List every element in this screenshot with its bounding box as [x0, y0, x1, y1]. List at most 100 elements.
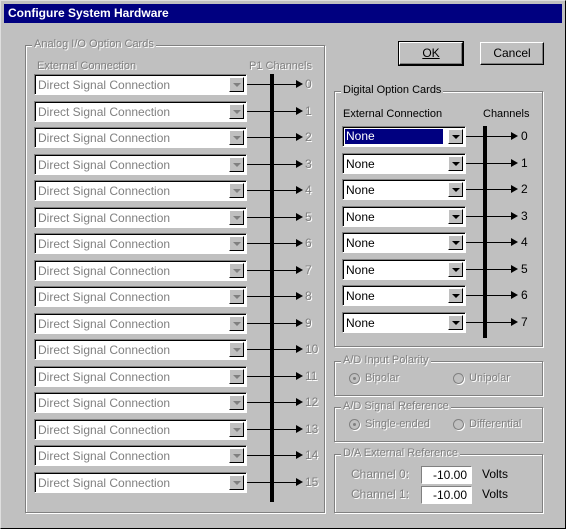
analog-connection-value: Direct Signal Connection	[38, 396, 171, 410]
dropdown-button[interactable]	[229, 77, 244, 92]
polarity-group: A/D Input Polarity Bipolar Unipolar	[334, 354, 543, 396]
arrow-right-icon	[296, 398, 303, 406]
digital-connection-select[interactable]: None	[342, 258, 466, 280]
analog-connection-select[interactable]: Direct Signal Connection	[34, 180, 247, 201]
analog-connection-select[interactable]: Direct Signal Connection	[34, 286, 247, 307]
analog-connection-value: Direct Signal Connection	[38, 184, 171, 198]
digital-connection-select[interactable]: None	[342, 232, 466, 253]
chevron-down-icon	[233, 109, 241, 114]
dropdown-button[interactable]	[229, 342, 244, 357]
analog-connection-select[interactable]: Direct Signal Connection	[34, 206, 247, 228]
analog-channel-number: 7	[305, 262, 312, 277]
chevron-down-icon	[233, 295, 241, 299]
dropdown-button[interactable]	[229, 103, 244, 119]
cancel-button-label: Cancel	[493, 46, 531, 60]
digital-connection-select[interactable]: None	[342, 285, 466, 306]
analog-connection-select[interactable]: Direct Signal Connection	[34, 259, 247, 281]
dropdown-button[interactable]	[229, 262, 244, 278]
channel1-reference-field[interactable]: -10.00	[421, 486, 472, 504]
analog-connection-select[interactable]: Direct Signal Connection	[34, 153, 247, 175]
analog-channel-number: 11	[305, 368, 318, 383]
dropdown-button[interactable]	[448, 129, 463, 144]
arrow-right-icon	[511, 238, 518, 246]
bipolar-radio[interactable]: Bipolar	[349, 372, 399, 384]
analog-channel-number: 2	[305, 130, 312, 144]
digital-connection-value: None	[346, 156, 375, 171]
digital-connection-value: None	[346, 236, 375, 250]
chevron-down-icon	[233, 348, 241, 352]
analog-connection-value: Direct Signal Connection	[38, 78, 171, 92]
analog-connection-value: Direct Signal Connection	[38, 290, 171, 304]
analog-connection-select[interactable]: Direct Signal Connection	[34, 418, 247, 440]
differential-label: Differential	[469, 418, 522, 430]
dropdown-button[interactable]	[448, 208, 463, 224]
arrow-right-icon	[296, 106, 303, 115]
digital-connection-select[interactable]: None	[342, 152, 466, 174]
digital-group-title: Digital Option Cards	[341, 84, 444, 96]
digital-connection-value: None	[346, 262, 375, 277]
dropdown-button[interactable]	[229, 368, 244, 384]
connector-line	[466, 189, 512, 190]
digital-connection-select[interactable]: None	[342, 311, 466, 333]
dropdown-button[interactable]	[448, 314, 463, 330]
analog-connection-value: Direct Signal Connection	[38, 131, 171, 145]
analog-connection-select[interactable]: Direct Signal Connection	[34, 127, 247, 148]
connector-line	[466, 215, 512, 217]
channel0-reference-field[interactable]: -10.00	[421, 466, 472, 484]
arrow-right-icon	[296, 133, 303, 141]
dropdown-button[interactable]	[448, 261, 463, 277]
digital-col-external: External Connection	[343, 108, 443, 120]
analog-option-cards-group: Analog I/O Option Cards External Connect…	[25, 38, 325, 513]
dropdown-button[interactable]	[229, 395, 244, 410]
analog-connection-value: Direct Signal Connection	[38, 369, 171, 384]
analog-connection-select[interactable]: Direct Signal Connection	[34, 233, 247, 254]
analog-connection-select[interactable]: Direct Signal Connection	[34, 339, 247, 360]
dropdown-button[interactable]	[229, 289, 244, 304]
chevron-down-icon	[233, 83, 241, 87]
arrow-right-icon	[511, 185, 518, 193]
dropdown-button[interactable]	[229, 315, 244, 331]
chevron-down-icon	[233, 480, 241, 485]
arrow-right-icon	[296, 265, 303, 274]
channel0-label: Channel 0:	[351, 467, 410, 481]
digital-channel-number: 5	[521, 261, 528, 276]
arrow-right-icon	[511, 317, 518, 326]
radio-dot-icon	[453, 372, 464, 384]
connector-line	[466, 295, 512, 296]
dropdown-button[interactable]	[229, 156, 244, 172]
analog-connection-select[interactable]: Direct Signal Connection	[34, 392, 247, 413]
dropdown-button[interactable]	[229, 236, 244, 251]
dropdown-button[interactable]	[229, 209, 244, 225]
dropdown-button[interactable]	[229, 474, 244, 490]
signal-reference-group: A/D Signal Reference Single-ended Differ…	[334, 400, 543, 442]
digital-connection-select[interactable]: None	[342, 205, 466, 227]
dropdown-button[interactable]	[229, 183, 244, 198]
dropdown-button[interactable]	[448, 155, 463, 171]
single-ended-radio[interactable]: Single-ended	[349, 418, 430, 430]
analog-channel-number: 15	[305, 474, 319, 489]
dropdown-button[interactable]	[229, 130, 244, 145]
dropdown-button[interactable]	[448, 235, 463, 250]
analog-connection-select[interactable]: Direct Signal Connection	[34, 100, 247, 122]
dropdown-button[interactable]	[448, 288, 463, 303]
differential-radio[interactable]: Differential	[453, 418, 521, 430]
ok-button[interactable]: OK	[398, 41, 464, 66]
analog-connection-select[interactable]: Direct Signal Connection	[34, 312, 247, 334]
digital-connection-select[interactable]: None	[342, 179, 466, 200]
digital-channel-number: 7	[521, 314, 528, 329]
dropdown-button[interactable]	[229, 421, 244, 437]
dropdown-button[interactable]	[229, 448, 244, 463]
bipolar-label: Bipolar	[365, 372, 400, 384]
dropdown-button[interactable]	[448, 182, 463, 197]
unipolar-radio[interactable]: Unipolar	[453, 372, 510, 384]
radio-dot-icon	[453, 418, 464, 430]
digital-connection-select[interactable]: None	[342, 126, 466, 147]
da-reference-group: D/A External Reference Channel 0: -10.00…	[334, 447, 543, 513]
analog-connection-select[interactable]: Direct Signal Connection	[34, 471, 247, 493]
analog-connection-select[interactable]: Direct Signal Connection	[34, 74, 247, 95]
connector-line	[466, 321, 512, 323]
analog-connection-select[interactable]: Direct Signal Connection	[34, 365, 247, 387]
chevron-down-icon	[233, 189, 241, 193]
cancel-button[interactable]: Cancel	[480, 42, 544, 65]
analog-connection-select[interactable]: Direct Signal Connection	[34, 445, 247, 466]
